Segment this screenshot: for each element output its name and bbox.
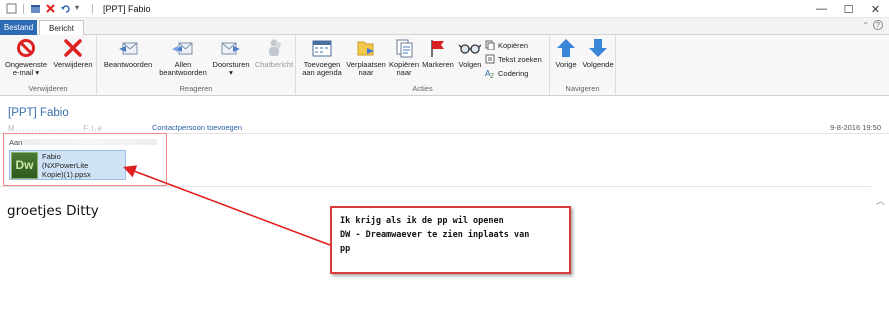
tab-message[interactable]: Bericht	[39, 20, 84, 36]
scroll-up-icon[interactable]: ︿	[876, 194, 885, 207]
encoding-label: Codering	[498, 68, 529, 78]
message-sender: M......... .......... F.l.e	[8, 124, 104, 133]
annotation-note: Ik krijg als ik de pp wil openen DW - Dr…	[330, 206, 571, 274]
previous-label: Vorige	[555, 60, 577, 69]
chat-label: Chatbericht	[254, 60, 294, 69]
group-label-actions: Acties	[412, 84, 433, 93]
reply-all-label-2: beantwoorden	[159, 68, 207, 77]
add-contact-link[interactable]: Contactpersoon toevoegen	[152, 123, 242, 132]
title-bar: ▾ [PPT] Fabio — ☐ ✕	[0, 0, 889, 18]
mark-label: Markeren	[422, 60, 454, 69]
window-title: [PPT] Fabio	[103, 3, 151, 14]
mark-button[interactable]: Markeren	[420, 38, 456, 69]
copy-to-button[interactable]: Kopiëren naar	[387, 38, 421, 77]
junk-label-2: e-mail ▾	[12, 68, 40, 77]
annotation-highlight-box	[3, 133, 167, 186]
arrow-up-icon	[555, 38, 577, 58]
close-button[interactable]: ✕	[862, 0, 889, 18]
reply-all-button[interactable]: Allen beantwoorden	[154, 38, 212, 77]
group-delete: Ongewenste e-mail ▾ Verwijderen Verwijde…	[0, 35, 97, 96]
delete-x-icon	[62, 38, 84, 58]
glasses-icon	[459, 38, 481, 58]
delete-button[interactable]: Verwijderen	[51, 38, 95, 69]
group-label-delete: Verwijderen	[28, 84, 68, 93]
maximize-button[interactable]: ☐	[835, 0, 862, 18]
window-controls: — ☐ ✕	[808, 0, 889, 18]
message-date: 9-8-2016 19:50	[830, 123, 881, 132]
copy-small-icon	[485, 40, 495, 50]
save-icon[interactable]	[6, 3, 17, 14]
copy-label-2: naar	[396, 68, 412, 77]
find-text-icon	[485, 54, 495, 64]
follow-label: Volgen	[458, 60, 482, 69]
forward-icon	[220, 38, 242, 58]
separator	[92, 3, 93, 14]
group-navigate: Vorige Volgende Navigeren	[550, 35, 616, 96]
find-text-label: Tekst zoeken	[498, 54, 542, 64]
encoding-icon: AZ	[485, 68, 495, 78]
reply-label: Beantwoorden	[103, 60, 153, 69]
copy-small-button[interactable]: Kopiëren	[485, 40, 528, 50]
find-text-button[interactable]: Tekst zoeken	[485, 54, 542, 64]
customize-dropdown-icon[interactable]: ▾	[75, 3, 86, 14]
message-body: groetjes Ditty	[7, 203, 99, 219]
next-button[interactable]: Volgende	[581, 38, 615, 69]
copy-document-icon	[393, 38, 415, 58]
minimize-button[interactable]: —	[808, 0, 835, 18]
delete-label: Verwijderen	[53, 60, 93, 69]
previous-button[interactable]: Vorige	[552, 38, 580, 69]
add-to-calendar-button[interactable]: Toevoegen aan agenda	[298, 38, 346, 77]
move-to-button[interactable]: Verplaatsen naar	[345, 38, 387, 77]
people-icon	[263, 38, 285, 58]
separator	[23, 3, 24, 14]
quick-access-toolbar: ▾ [PPT] Fabio	[0, 3, 151, 14]
reply-icon	[117, 38, 139, 58]
folder-move-icon	[355, 38, 377, 58]
add-cal-label-2: aan agenda	[302, 68, 342, 77]
undo-icon[interactable]	[60, 3, 71, 14]
forward-button[interactable]: Doorsturen ▾	[210, 38, 252, 77]
next-label: Volgende	[582, 60, 614, 69]
junk-icon	[15, 38, 37, 58]
ribbon: Ongewenste e-mail ▾ Verwijderen Verwijde…	[0, 35, 889, 96]
encoding-button[interactable]: AZ Codering	[485, 68, 529, 79]
forward-dropdown-icon[interactable]: ▾	[229, 69, 233, 77]
body-divider	[0, 186, 871, 187]
move-label-2: naar	[358, 68, 374, 77]
delete-icon[interactable]	[45, 3, 56, 14]
reply-all-icon	[172, 38, 194, 58]
ribbon-tabs: Bestand Bericht ⌃ ?	[0, 18, 889, 36]
message-subject: [PPT] Fabio	[8, 107, 69, 119]
scrollbar[interactable]	[871, 187, 889, 324]
group-actions: Toevoegen aan agenda Verplaatsen naar Ko…	[296, 35, 550, 96]
calendar-icon[interactable]	[30, 3, 41, 14]
chat-button[interactable]: Chatbericht	[252, 38, 296, 69]
group-label-respond: Reageren	[179, 84, 213, 93]
help-icon[interactable]: ?	[873, 20, 883, 30]
junk-button[interactable]: Ongewenste e-mail ▾	[4, 38, 48, 77]
arrow-down-icon	[587, 38, 609, 58]
svg-text:Z: Z	[490, 73, 494, 78]
collapse-ribbon-icon[interactable]: ⌃	[862, 21, 869, 30]
follow-button[interactable]: Volgen	[455, 38, 485, 69]
group-label-navigate: Navigeren	[565, 84, 600, 93]
calendar-icon	[311, 38, 333, 58]
copy-small-label: Kopiëren	[498, 40, 529, 50]
group-respond: Beantwoorden Allen beantwoorden Doorstur…	[97, 35, 296, 96]
flag-icon	[427, 38, 449, 58]
reply-button[interactable]: Beantwoorden	[102, 38, 154, 69]
tab-file[interactable]: Bestand	[0, 20, 37, 35]
